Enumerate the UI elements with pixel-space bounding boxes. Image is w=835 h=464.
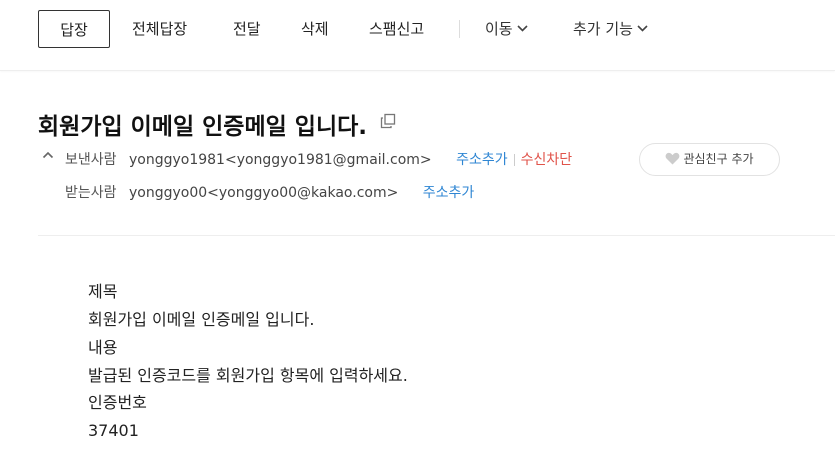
mail-toolbar: 답장 전체답장 전달 삭제 스팸신고 이동 추가 기능 [0,0,835,71]
more-functions-dropdown[interactable]: 추가 기능 [573,10,648,48]
block-sender-link[interactable]: 수신차단 [521,152,573,168]
vip-button-label: 관심친구 추가 [683,152,754,166]
spam-report-button[interactable]: 스팸신고 [369,10,424,48]
reply-all-button[interactable]: 전체답장 [132,10,187,48]
toolbar-divider [459,20,460,38]
link-separator [513,154,515,166]
recipient-label: 받는사람 [65,185,117,201]
move-dropdown[interactable]: 이동 [485,10,528,48]
delete-button[interactable]: 삭제 [301,10,329,48]
body-line-subject-label: 제목 [88,282,118,301]
caret-up-icon[interactable] [42,151,54,159]
sender-address[interactable]: yonggyo1981<yonggyo1981@gmail.com> [129,152,432,168]
sender-label: 보낸사람 [65,152,117,168]
chevron-down-icon [517,24,528,32]
add-vip-button[interactable]: 관심친구 추가 [639,143,780,176]
reply-button[interactable]: 답장 [38,10,110,48]
recipient-row: 받는사람 yonggyo00<yonggyo00@kakao.com> 주소추가 [65,181,474,205]
subject-row: 회원가입 이메일 인증메일 입니다. [38,107,396,143]
forward-button[interactable]: 전달 [233,10,261,48]
body-line-content-label: 내용 [88,338,118,357]
verification-code: 37401 [88,421,139,440]
move-label: 이동 [485,20,513,38]
heart-icon [666,152,680,165]
add-sender-address-link[interactable]: 주소추가 [456,152,508,168]
sender-row: 보낸사람 yonggyo1981<yonggyo1981@gmail.com> … [65,148,572,172]
header-divider [38,235,835,236]
mail-subject: 회원가입 이메일 인증메일 입니다. [38,114,367,140]
copy-icon[interactable] [380,113,396,129]
body-line-code-label: 인증번호 [88,393,147,412]
more-label: 추가 기능 [573,20,633,38]
add-recipient-address-link[interactable]: 주소추가 [423,185,475,201]
body-line-content: 발급된 인증코드를 회원가입 항목에 입력하세요. [88,366,408,385]
chevron-down-icon [637,24,648,32]
recipient-address[interactable]: yonggyo00<yonggyo00@kakao.com> [129,185,398,201]
body-line-subject: 회원가입 이메일 인증메일 입니다. [88,310,315,329]
